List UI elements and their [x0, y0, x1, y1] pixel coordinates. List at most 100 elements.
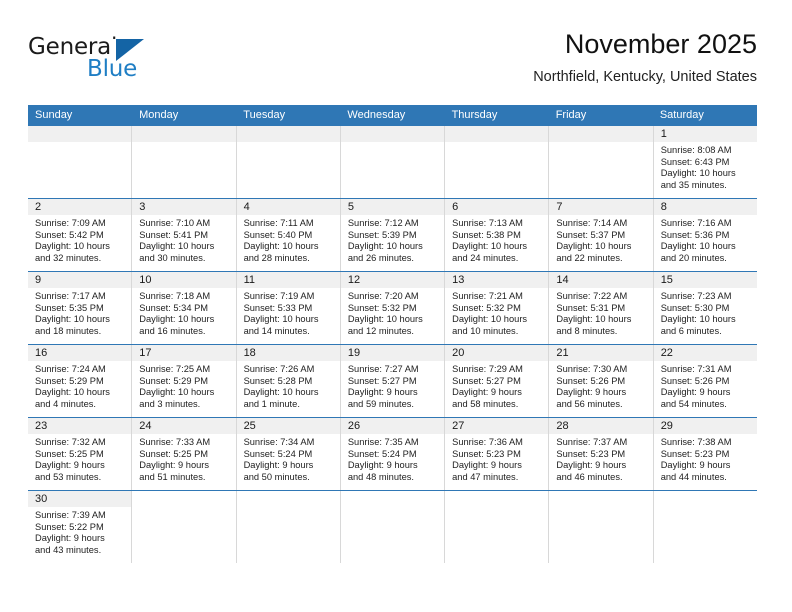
day-cell-26[interactable]: 26 Sunrise: 7:35 AM Sunset: 5:24 PM Dayligh…: [340, 418, 446, 490]
daylight-text-line2: and 8 minutes.: [556, 325, 618, 336]
daylight-text-line2: and 58 minutes.: [452, 398, 519, 409]
sunset-text: Sunset: 5:25 PM: [139, 448, 209, 459]
sunset-text: Sunset: 5:39 PM: [347, 229, 417, 240]
day-cell-empty: [132, 491, 237, 563]
day-cell-20[interactable]: 20 Sunrise: 7:29 AM Sunset: 5:27 PM Dayligh…: [445, 345, 550, 417]
day-info: Sunrise: 7:11 AM Sunset: 5:40 PM Daylight:…: [237, 215, 340, 264]
daylight-text-line2: and 28 minutes.: [243, 252, 310, 263]
day-cell-empty: [653, 491, 757, 563]
day-number: 15: [653, 272, 757, 288]
day-number: [549, 126, 653, 142]
sunrise-text: Sunrise: 7:35 AM: [347, 437, 419, 447]
daylight-text-line2: and 6 minutes.: [660, 325, 722, 336]
daylight-text-line1: Daylight: 10 hours: [556, 241, 632, 252]
daylight-text-line1: Daylight: 10 hours: [660, 168, 736, 179]
sunrise-text: Sunrise: 7:38 AM: [660, 437, 732, 447]
day-cell-24[interactable]: 24 Sunrise: 7:33 AM Sunset: 5:25 PM Dayligh…: [132, 418, 237, 490]
day-number: 11: [236, 272, 340, 288]
daylight-text-line1: Daylight: 10 hours: [452, 314, 528, 325]
sunrise-text: Sunrise: 7:13 AM: [452, 218, 523, 228]
day-info: Sunrise: 7:25 AM Sunset: 5:29 PM Daylight:…: [132, 361, 235, 410]
day-cell-30[interactable]: 30 Sunrise: 7:39 AM Sunset: 5:22 PM Dayligh…: [28, 491, 133, 563]
day-cell-18[interactable]: 18 Sunrise: 7:26 AM Sunset: 5:28 PM Dayligh…: [236, 345, 341, 417]
day-cell-17[interactable]: 17 Sunrise: 7:25 AM Sunset: 5:29 PM Dayligh…: [132, 345, 237, 417]
day-cell-10[interactable]: 10 Sunrise: 7:18 AM Sunset: 5:34 PM Dayligh…: [132, 272, 237, 344]
day-info: Sunrise: 7:35 AM Sunset: 5:24 PM Daylight:…: [341, 434, 444, 483]
general-blue-logo[interactable]: General Blue: [28, 34, 208, 88]
day-number: [236, 126, 340, 142]
day-cell-4[interactable]: 4 Sunrise: 7:11 AM Sunset: 5:40 PM Daylight…: [236, 199, 341, 271]
sunrise-text: Sunrise: 7:30 AM: [556, 364, 628, 374]
day-info: Sunrise: 7:14 AM Sunset: 5:37 PM Daylight:…: [549, 215, 652, 264]
day-cell-empty: [236, 491, 341, 563]
day-cell-19[interactable]: 19 Sunrise: 7:27 AM Sunset: 5:27 PM Dayligh…: [340, 345, 446, 417]
daylight-text-line1: Daylight: 10 hours: [243, 241, 319, 252]
daylight-text-line1: Daylight: 9 hours: [556, 460, 627, 471]
sunset-text: Sunset: 5:24 PM: [347, 448, 417, 459]
day-cell-12[interactable]: 12 Sunrise: 7:20 AM Sunset: 5:32 PM Dayligh…: [340, 272, 446, 344]
day-cell-empty: [340, 126, 446, 198]
day-cell-11[interactable]: 11 Sunrise: 7:19 AM Sunset: 5:33 PM Dayligh…: [236, 272, 341, 344]
day-cell-21[interactable]: 21 Sunrise: 7:30 AM Sunset: 5:26 PM Dayligh…: [549, 345, 654, 417]
daylight-text-line1: Daylight: 9 hours: [347, 460, 418, 471]
page-header: General Blue November 2025 Northfield, K…: [28, 28, 757, 94]
day-cell-29[interactable]: 29 Sunrise: 7:38 AM Sunset: 5:23 PM Dayligh…: [653, 418, 757, 490]
daylight-text-line2: and 46 minutes.: [556, 471, 623, 482]
daylight-text-line1: Daylight: 10 hours: [660, 314, 736, 325]
sunrise-text: Sunrise: 7:31 AM: [660, 364, 732, 374]
day-cell-16[interactable]: 16 Sunrise: 7:24 AM Sunset: 5:29 PM Dayligh…: [28, 345, 133, 417]
day-info: Sunrise: 7:24 AM Sunset: 5:29 PM Daylight:…: [28, 361, 131, 410]
daylight-text-line2: and 54 minutes.: [660, 398, 727, 409]
day-cell-25[interactable]: 25 Sunrise: 7:34 AM Sunset: 5:24 PM Dayligh…: [236, 418, 341, 490]
sunrise-text: Sunrise: 7:19 AM: [243, 291, 315, 301]
day-cell-23[interactable]: 23 Sunrise: 7:32 AM Sunset: 5:25 PM Dayligh…: [28, 418, 133, 490]
week-row: 2 Sunrise: 7:09 AM Sunset: 5:42 PM Daylight…: [28, 199, 757, 272]
day-number: 20: [445, 345, 549, 361]
sunset-text: Sunset: 6:43 PM: [660, 156, 730, 167]
day-info: Sunrise: 7:29 AM Sunset: 5:27 PM Daylight:…: [445, 361, 548, 410]
day-number: 5: [340, 199, 445, 215]
weekday-header-sunday: Sunday: [35, 109, 73, 121]
day-cell-15[interactable]: 15 Sunrise: 7:23 AM Sunset: 5:30 PM Dayligh…: [653, 272, 757, 344]
sunrise-text: Sunrise: 7:37 AM: [556, 437, 628, 447]
week-row: 1 Sunrise: 8:08 AM Sunset: 6:43 PM Daylight…: [28, 126, 757, 199]
day-number: 28: [549, 418, 653, 434]
day-cell-28[interactable]: 28 Sunrise: 7:37 AM Sunset: 5:23 PM Dayligh…: [549, 418, 654, 490]
day-cell-6[interactable]: 6 Sunrise: 7:13 AM Sunset: 5:38 PM Daylight…: [445, 199, 550, 271]
day-cell-7[interactable]: 7 Sunrise: 7:14 AM Sunset: 5:37 PM Daylight…: [549, 199, 654, 271]
sunset-text: Sunset: 5:38 PM: [452, 229, 521, 240]
daylight-text-line2: and 22 minutes.: [556, 252, 623, 263]
sunrise-text: Sunrise: 7:32 AM: [35, 437, 106, 447]
day-info: Sunrise: 7:23 AM Sunset: 5:30 PM Daylight:…: [654, 288, 757, 337]
day-cell-27[interactable]: 27 Sunrise: 7:36 AM Sunset: 5:23 PM Dayligh…: [445, 418, 550, 490]
daylight-text-line1: Daylight: 10 hours: [452, 241, 528, 252]
day-number: 26: [340, 418, 445, 434]
day-cell-empty: [132, 126, 237, 198]
sunset-text: Sunset: 5:27 PM: [347, 375, 417, 386]
daylight-text-line1: Daylight: 10 hours: [35, 241, 110, 252]
day-info: Sunrise: 7:31 AM Sunset: 5:26 PM Daylight:…: [654, 361, 757, 410]
day-cell-2[interactable]: 2 Sunrise: 7:09 AM Sunset: 5:42 PM Daylight…: [28, 199, 133, 271]
day-cell-14[interactable]: 14 Sunrise: 7:22 AM Sunset: 5:31 PM Dayligh…: [549, 272, 654, 344]
sunset-text: Sunset: 5:40 PM: [243, 229, 313, 240]
day-number: 3: [132, 199, 236, 215]
sunrise-text: Sunrise: 7:17 AM: [35, 291, 106, 301]
day-cell-8[interactable]: 8 Sunrise: 7:16 AM Sunset: 5:36 PM Daylight…: [653, 199, 757, 271]
day-cell-empty: [340, 491, 446, 563]
day-cell-13[interactable]: 13 Sunrise: 7:21 AM Sunset: 5:32 PM Dayligh…: [445, 272, 550, 344]
day-cell-3[interactable]: 3 Sunrise: 7:10 AM Sunset: 5:41 PM Daylight…: [132, 199, 237, 271]
week-row: 23 Sunrise: 7:32 AM Sunset: 5:25 PM Dayligh…: [28, 418, 757, 491]
day-cell-1[interactable]: 1 Sunrise: 8:08 AM Sunset: 6:43 PM Daylight…: [653, 126, 757, 198]
week-row: 30 Sunrise: 7:39 AM Sunset: 5:22 PM Dayligh…: [28, 491, 757, 563]
day-number: 27: [445, 418, 549, 434]
day-cell-22[interactable]: 22 Sunrise: 7:31 AM Sunset: 5:26 PM Dayligh…: [653, 345, 757, 417]
daylight-text-line2: and 51 minutes.: [139, 471, 206, 482]
sunset-text: Sunset: 5:36 PM: [660, 229, 730, 240]
day-number: 25: [236, 418, 340, 434]
day-cell-9[interactable]: 9 Sunrise: 7:17 AM Sunset: 5:35 PM Daylight…: [28, 272, 133, 344]
day-number: [340, 126, 445, 142]
sunrise-text: Sunrise: 7:24 AM: [35, 364, 106, 374]
day-info: Sunrise: 7:12 AM Sunset: 5:39 PM Daylight:…: [341, 215, 444, 264]
day-cell-5[interactable]: 5 Sunrise: 7:12 AM Sunset: 5:39 PM Daylight…: [340, 199, 446, 271]
sunset-text: Sunset: 5:26 PM: [660, 375, 730, 386]
